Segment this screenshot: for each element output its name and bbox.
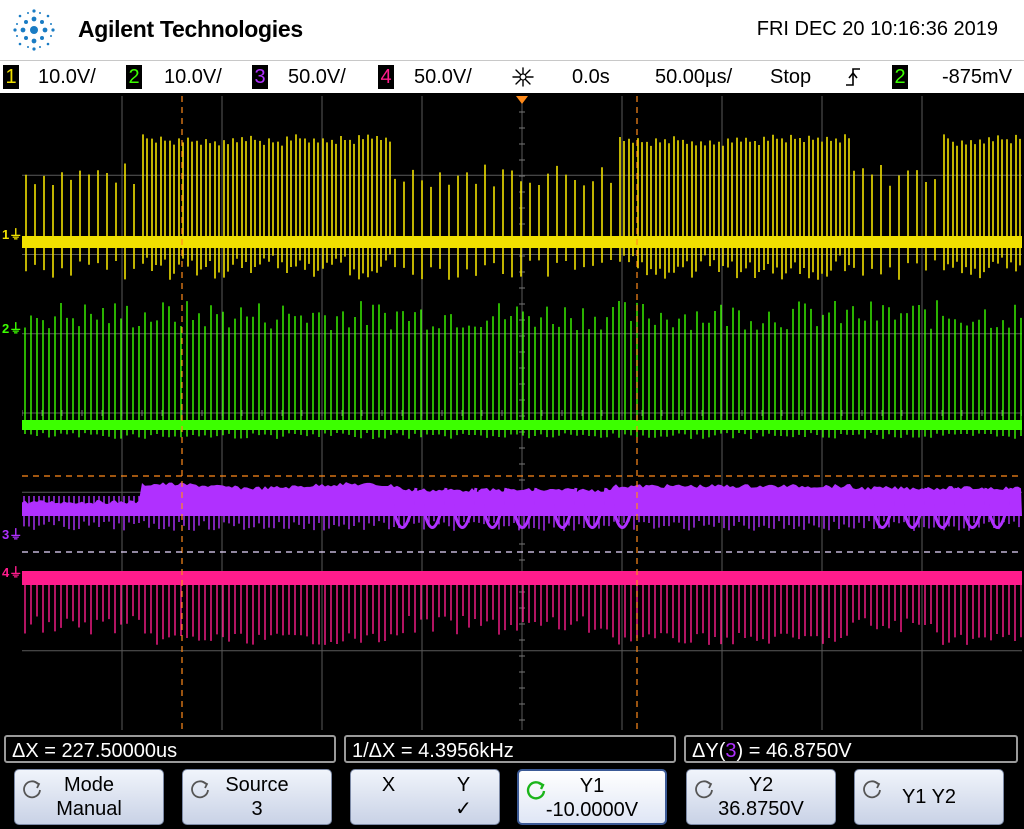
channel-3-ground-marker: 3⏚ xyxy=(2,527,23,542)
channel-4-ground-marker: 4⏚ xyxy=(2,565,23,580)
ch4-baseline xyxy=(22,571,1022,585)
channel-2-ground-marker: 2⏚ xyxy=(2,321,23,336)
trigger-level: -875mV xyxy=(942,66,1013,88)
mode-softkey-value: Manual xyxy=(56,798,122,820)
date-time: FRI DEC 20 10:16:36 2019 xyxy=(756,18,998,40)
y-cursor-checkmark: ✓ xyxy=(455,798,472,820)
y1-y2-softkey-title: Y1 Y2 xyxy=(901,786,957,808)
channel-3-scale: 50.0V/ xyxy=(288,66,346,88)
status-bar: 1 10.0V/ 2 10.0V/ 3 50.0V/ 4 50.0V/ 0.0s… xyxy=(0,60,1024,93)
channel-4-badge[interactable]: 4 xyxy=(378,65,394,89)
y2-softkey[interactable]: Y2 36.8750V xyxy=(686,769,836,825)
mode-softkey[interactable]: Mode Manual xyxy=(14,769,164,825)
timebase-value: 50.00µs/ xyxy=(655,66,733,88)
trigger-position-marker xyxy=(516,96,528,104)
delta-y-readout: ΔY(3) = 46.8750V xyxy=(684,735,1018,763)
xy-cursor-softkey[interactable]: X Y ✓ xyxy=(350,769,500,825)
trigger-rising-edge-icon xyxy=(846,68,860,86)
channel-1-ground-marker: 1⏚ xyxy=(2,227,23,242)
source-softkey[interactable]: Source 3 xyxy=(182,769,332,825)
y1-y2-softkey[interactable]: Y1 Y2 xyxy=(854,769,1004,825)
mode-softkey-title: Mode xyxy=(63,774,115,796)
header: Agilent Technologies FRI DEC 20 10:16:36… xyxy=(0,0,1024,60)
inverse-delta-x-readout: 1/ΔX = 4.3956kHz xyxy=(344,735,676,763)
delay-sparkle-icon xyxy=(512,67,534,87)
waveform-display[interactable] xyxy=(22,96,1022,730)
run-state: Stop xyxy=(770,66,812,88)
y-cursor-label: Y xyxy=(456,774,471,796)
y2-softkey-title: Y2 xyxy=(748,774,774,796)
channel-2-badge[interactable]: 2 xyxy=(126,65,142,89)
delay-value: 0.0s xyxy=(572,66,610,88)
ch1-pulses xyxy=(25,134,1021,280)
y1-softkey-value: -10.0000V xyxy=(545,799,639,821)
agilent-spark-logo-icon xyxy=(13,9,55,51)
delta-x-readout: ΔX = 227.50000us xyxy=(4,735,336,763)
y1-softkey[interactable]: Y1 -10.0000V xyxy=(517,769,667,825)
channel-2-scale: 10.0V/ xyxy=(164,66,222,88)
measurement-row: ΔX = 227.50000us 1/ΔX = 4.3956kHz ΔY(3) … xyxy=(0,733,1024,765)
ch4-pulses xyxy=(24,578,1022,645)
x-cursor-label: X xyxy=(381,774,396,796)
waveform-canvas[interactable] xyxy=(22,96,1022,730)
source-softkey-title: Source xyxy=(225,774,289,796)
y1-softkey-title: Y1 xyxy=(579,775,605,797)
channel-4-scale: 50.0V/ xyxy=(414,66,472,88)
trigger-channel-badge[interactable]: 2 xyxy=(892,65,908,89)
softkey-bar: Mode Manual Source 3 X Y ✓ Y1 -10.0000V … xyxy=(0,766,1024,829)
ch2-pulses xyxy=(24,300,1022,439)
channel-3-badge[interactable]: 3 xyxy=(252,65,268,89)
channel-1-badge[interactable]: 1 xyxy=(3,65,19,89)
y2-softkey-value: 36.8750V xyxy=(718,798,804,820)
ch2-baseline xyxy=(22,420,1022,430)
brand-name: Agilent Technologies xyxy=(78,16,303,42)
source-softkey-value: 3 xyxy=(251,798,263,820)
channel-1-scale: 10.0V/ xyxy=(38,66,96,88)
